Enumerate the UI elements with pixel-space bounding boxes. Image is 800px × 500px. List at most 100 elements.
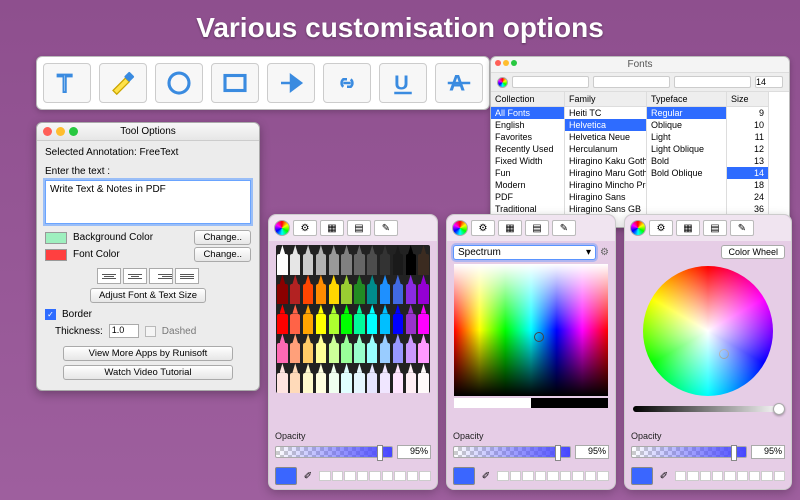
- text-tool-button[interactable]: T: [43, 63, 91, 103]
- color-tab-pencils[interactable]: ✎: [374, 220, 398, 236]
- adjust-font-button[interactable]: Adjust Font & Text Size: [90, 288, 206, 303]
- collections-list[interactable]: All FontsEnglishFavoritesRecently UsedFi…: [491, 107, 565, 227]
- pencil-swatch[interactable]: [302, 334, 315, 364]
- pencil-swatch[interactable]: [276, 245, 289, 275]
- link-tool-button[interactable]: [323, 63, 371, 103]
- pencil-swatch[interactable]: [404, 363, 417, 393]
- pencil-swatch[interactable]: [340, 275, 353, 305]
- align-left-button[interactable]: [97, 268, 121, 284]
- align-right-button[interactable]: [149, 268, 173, 284]
- pencil-swatch[interactable]: [289, 304, 302, 334]
- pencil-swatch[interactable]: [379, 275, 392, 305]
- color-tab-sliders[interactable]: ⚙: [471, 220, 495, 236]
- current-color-swatch[interactable]: [631, 467, 653, 485]
- list-item[interactable]: Heiti TC: [565, 107, 646, 119]
- change-bg-color-button[interactable]: Change..: [194, 230, 251, 245]
- pencil-swatch[interactable]: [366, 275, 379, 305]
- list-item[interactable]: Helvetica Neue: [565, 131, 646, 143]
- pencil-swatch[interactable]: [289, 363, 302, 393]
- current-color-swatch[interactable]: [453, 467, 475, 485]
- pencil-swatch[interactable]: [391, 275, 404, 305]
- list-item[interactable]: Modern: [491, 179, 564, 191]
- pencil-swatch[interactable]: [353, 304, 366, 334]
- pencil-swatch[interactable]: [366, 334, 379, 364]
- brightness-slider[interactable]: [633, 406, 783, 412]
- list-item[interactable]: 24: [727, 191, 768, 203]
- color-tab-palette[interactable]: ▦: [498, 220, 522, 236]
- pencil-swatch[interactable]: [417, 304, 430, 334]
- list-item[interactable]: 10: [727, 119, 768, 131]
- opacity-slider[interactable]: [453, 446, 571, 458]
- pencil-swatch[interactable]: [302, 304, 315, 334]
- pencil-swatch[interactable]: [353, 363, 366, 393]
- list-item[interactable]: 11: [727, 131, 768, 143]
- border-checkbox[interactable]: [45, 309, 56, 320]
- eyedropper-icon[interactable]: ✐: [657, 469, 671, 483]
- align-justify-button[interactable]: [175, 268, 199, 284]
- thickness-input[interactable]: 1.0: [109, 324, 139, 338]
- pencil-swatch[interactable]: [404, 334, 417, 364]
- pencil-swatch[interactable]: [276, 363, 289, 393]
- typefaces-list[interactable]: RegularObliqueLightLight ObliqueBoldBold…: [647, 107, 727, 227]
- pencil-swatch[interactable]: [314, 304, 327, 334]
- annotation-text-input[interactable]: Write Text & Notes in PDF: [45, 180, 251, 224]
- pencil-swatch[interactable]: [353, 275, 366, 305]
- list-item[interactable]: Bold Oblique: [647, 167, 726, 179]
- gear-icon[interactable]: ⚙: [600, 247, 609, 258]
- pencil-swatch[interactable]: [314, 245, 327, 275]
- pencil-swatch[interactable]: [327, 363, 340, 393]
- pencil-swatch[interactable]: [379, 245, 392, 275]
- pencil-swatch[interactable]: [353, 334, 366, 364]
- list-item[interactable]: All Fonts: [491, 107, 564, 119]
- strikethrough-tool-button[interactable]: A: [435, 63, 483, 103]
- pencil-swatch[interactable]: [340, 363, 353, 393]
- opacity-slider[interactable]: [275, 446, 393, 458]
- pencil-swatch[interactable]: [276, 275, 289, 305]
- list-item[interactable]: 13: [727, 155, 768, 167]
- arrow-tool-button[interactable]: [267, 63, 315, 103]
- color-wheel-icon[interactable]: [630, 220, 646, 236]
- color-wheel-icon[interactable]: [452, 220, 468, 236]
- eyedropper-icon[interactable]: ✐: [301, 469, 315, 483]
- pencils-grid[interactable]: [276, 245, 430, 393]
- picker-target-icon[interactable]: [534, 332, 544, 342]
- pencil-swatch[interactable]: [314, 363, 327, 393]
- highlighter-tool-button[interactable]: [99, 63, 147, 103]
- pencil-swatch[interactable]: [340, 304, 353, 334]
- list-item[interactable]: Hiragino Sans: [565, 191, 646, 203]
- list-item[interactable]: Hiragino Maru Gothi: [565, 167, 646, 179]
- list-item[interactable]: English: [491, 119, 564, 131]
- list-item[interactable]: Oblique: [647, 119, 726, 131]
- list-item[interactable]: Favorites: [491, 131, 564, 143]
- pencil-swatch[interactable]: [379, 304, 392, 334]
- pencil-swatch[interactable]: [366, 304, 379, 334]
- color-wheel-picker[interactable]: [643, 266, 773, 396]
- pencil-swatch[interactable]: [391, 334, 404, 364]
- pencil-swatch[interactable]: [302, 245, 315, 275]
- more-apps-button[interactable]: View More Apps by Runisoft: [63, 346, 233, 361]
- dashed-checkbox[interactable]: [145, 326, 156, 337]
- pencil-swatch[interactable]: [353, 245, 366, 275]
- list-item[interactable]: Fixed Width: [491, 155, 564, 167]
- pencil-swatch[interactable]: [366, 245, 379, 275]
- pencil-swatch[interactable]: [404, 245, 417, 275]
- color-wells[interactable]: [497, 471, 609, 481]
- color-tab-palette[interactable]: ▦: [676, 220, 700, 236]
- list-item[interactable]: 14: [727, 167, 768, 179]
- pencil-swatch[interactable]: [417, 334, 430, 364]
- pencil-swatch[interactable]: [391, 363, 404, 393]
- rectangle-tool-button[interactable]: [211, 63, 259, 103]
- font-style-segment[interactable]: [512, 76, 589, 88]
- pencil-swatch[interactable]: [417, 245, 430, 275]
- window-controls[interactable]: [43, 127, 78, 136]
- tutorial-button[interactable]: Watch Video Tutorial: [63, 365, 233, 380]
- color-tab-spectrum[interactable]: ▤: [525, 220, 549, 236]
- window-controls[interactable]: [495, 60, 517, 66]
- list-item[interactable]: Hiragino Mincho Pro: [565, 179, 646, 191]
- pencil-swatch[interactable]: [302, 363, 315, 393]
- color-wells[interactable]: [319, 471, 431, 481]
- spectrum-picker[interactable]: [454, 264, 608, 396]
- font-style-segment[interactable]: [674, 76, 751, 88]
- pencil-swatch[interactable]: [302, 275, 315, 305]
- eyedropper-icon[interactable]: ✐: [479, 469, 493, 483]
